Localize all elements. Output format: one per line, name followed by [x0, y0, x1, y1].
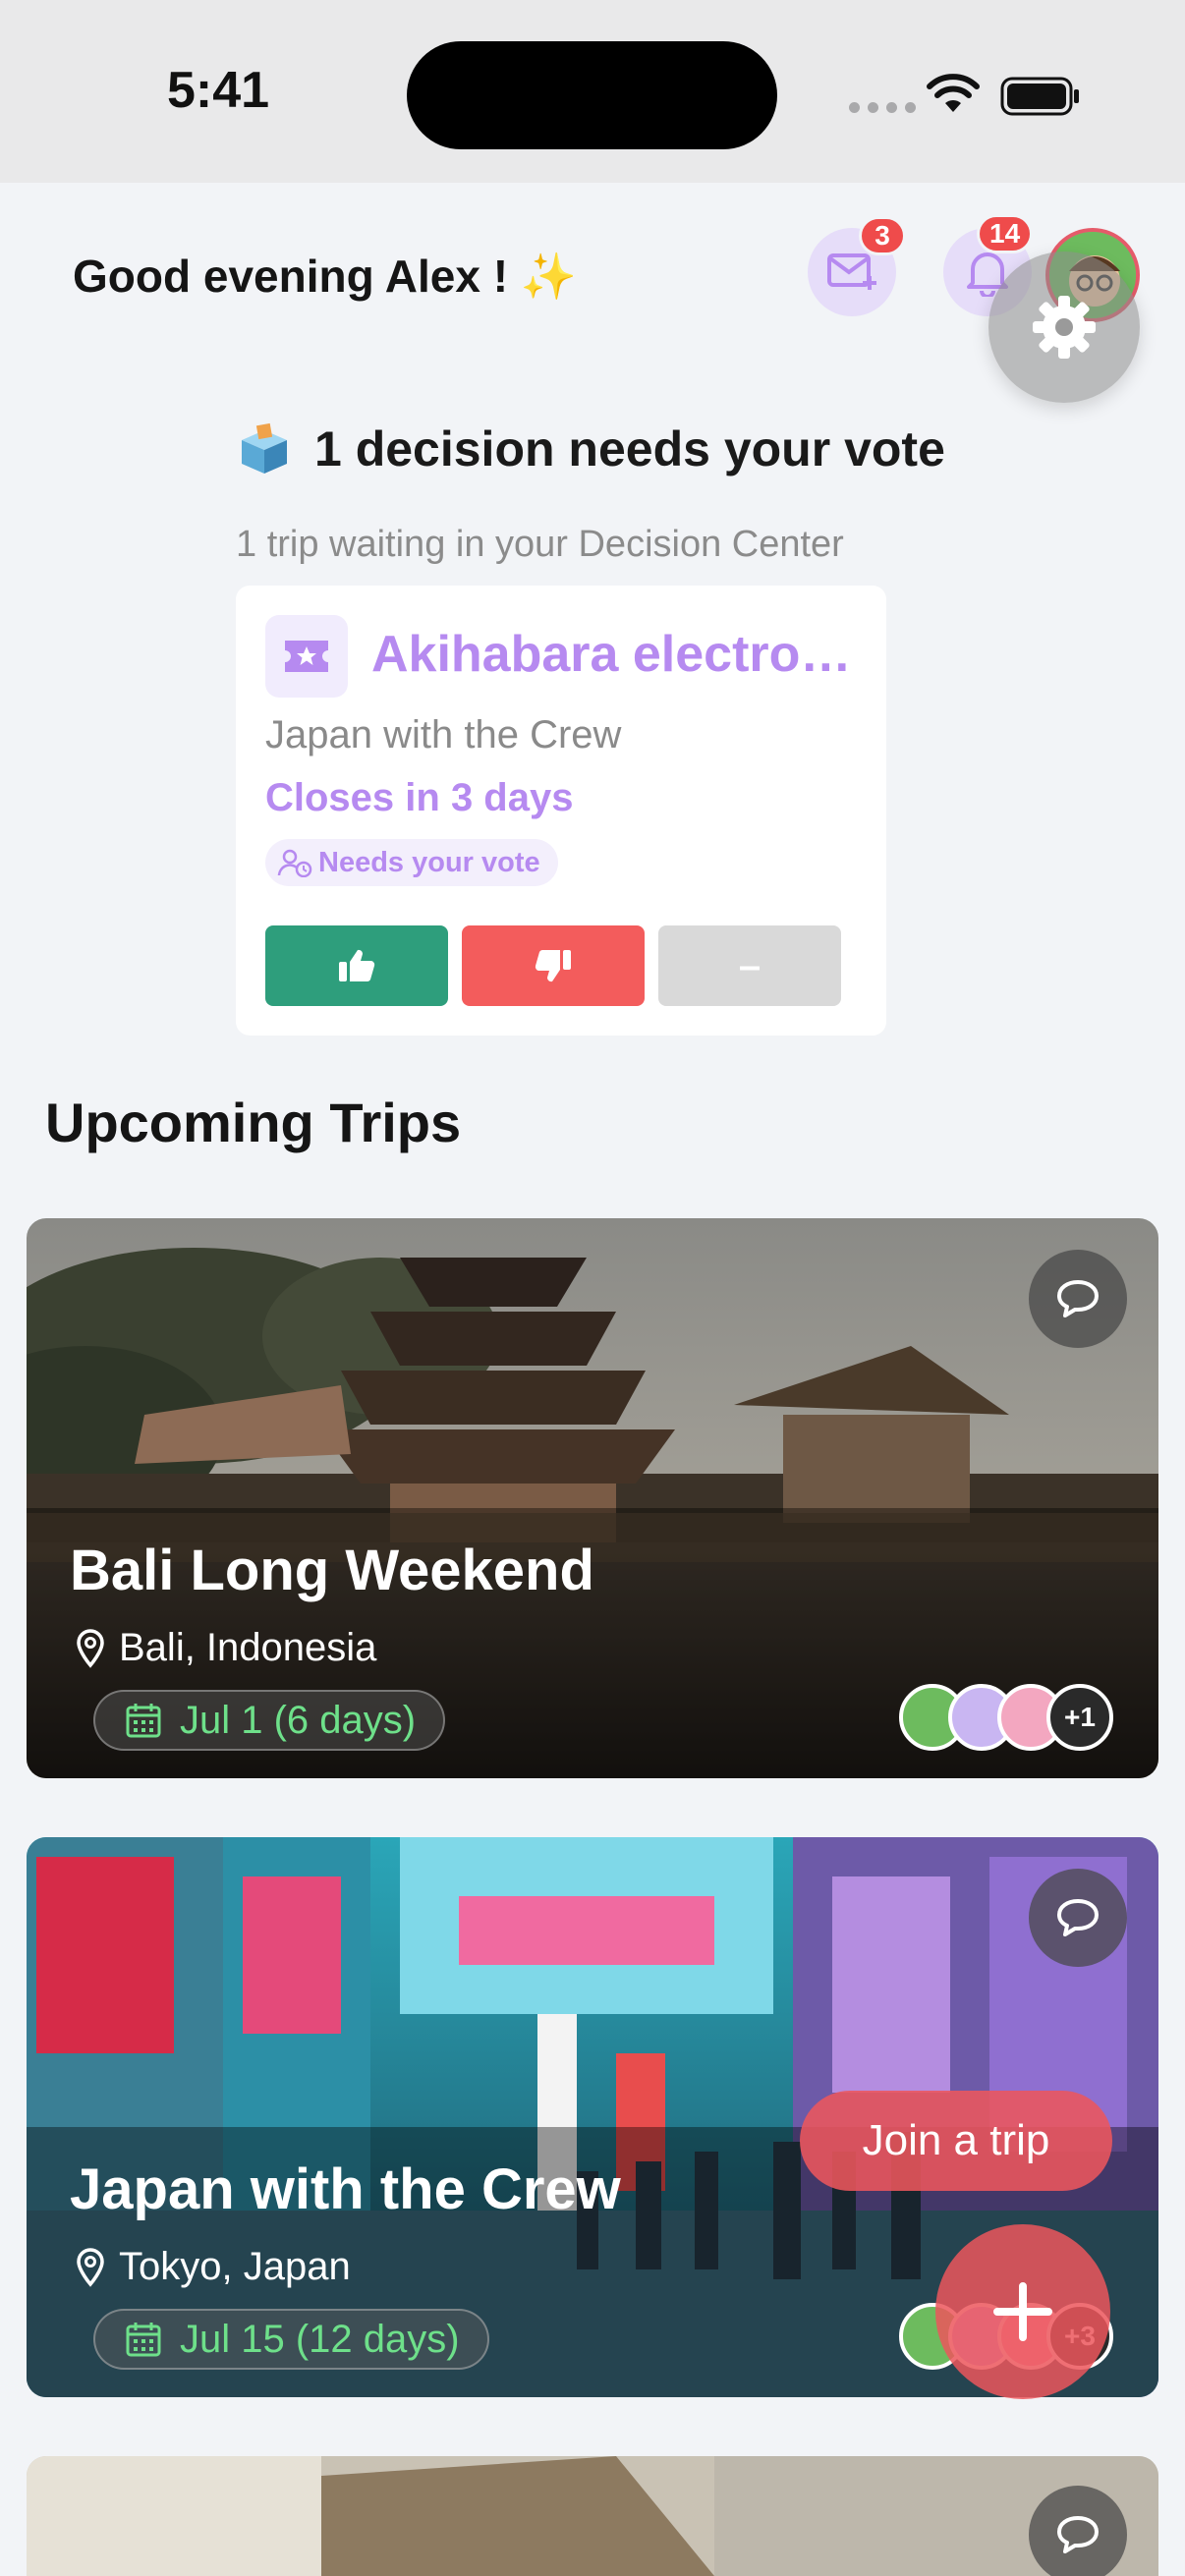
- trip-chat-button[interactable]: [1029, 1869, 1127, 1967]
- trip-card-bali[interactable]: Bali Long Weekend Bali, Indonesia Jul 1 …: [27, 1218, 1158, 1778]
- join-trip-button[interactable]: Join a trip: [800, 2091, 1112, 2191]
- wifi-icon: [927, 74, 980, 112]
- ticket-icon: [265, 615, 348, 698]
- upcoming-trips-title: Upcoming Trips: [45, 1092, 462, 1153]
- trip-location-label: Tokyo, Japan: [119, 2245, 351, 2288]
- create-trip-button[interactable]: [935, 2224, 1110, 2399]
- decision-trip-name: Japan with the Crew: [265, 713, 622, 756]
- trip-members[interactable]: +1: [899, 1684, 1113, 1751]
- ballot-box-icon: [242, 422, 287, 474]
- battery-icon: [1000, 77, 1079, 116]
- location-pin-icon: [77, 2247, 104, 2287]
- gear-icon: [1033, 296, 1096, 359]
- calendar-icon: [126, 1704, 161, 1738]
- decision-item-title: Akihabara electronics: [371, 626, 863, 683]
- location-pin-icon: [77, 1628, 104, 1668]
- extra-members-count: +1: [1046, 1684, 1113, 1751]
- trip-card-partial[interactable]: [27, 2456, 1158, 2576]
- trip-date-label: Jul 15 (12 days): [180, 2317, 460, 2361]
- trip-location: Tokyo, Japan: [76, 2245, 351, 2289]
- needs-vote-pill: Needs your vote: [265, 839, 558, 886]
- dynamic-island: [407, 41, 777, 149]
- thumbs-down-icon: [535, 949, 571, 982]
- trip-date-label: Jul 1 (6 days): [180, 1698, 417, 1742]
- decision-deadline: Closes in 3 days: [265, 776, 574, 819]
- plus-icon: [993, 2282, 1052, 2341]
- thumbs-up-icon: [339, 949, 375, 982]
- invites-button[interactable]: 3: [808, 216, 906, 316]
- chat-bubble-icon: [1057, 2516, 1099, 2553]
- greeting-label: Good evening Alex !: [73, 251, 509, 302]
- needs-vote-label: Needs your vote: [318, 846, 540, 878]
- trip-location-label: Bali, Indonesia: [119, 1626, 377, 1669]
- trip-date-pill: Jul 15 (12 days): [93, 2309, 489, 2370]
- status-time: 5:41: [167, 62, 270, 119]
- vote-down-button[interactable]: [462, 925, 645, 1006]
- decision-subtitle: 1 trip waiting in your Decision Center: [236, 524, 844, 565]
- status-bar: 5:41: [0, 0, 1185, 183]
- trip-date-pill: Jul 1 (6 days): [93, 1690, 446, 1751]
- decision-card[interactable]: Akihabara electronics Japan with the Cre…: [236, 586, 886, 1036]
- trip-name: Japan with the Crew: [70, 2157, 621, 2221]
- vote-neutral-button[interactable]: –: [658, 925, 841, 1006]
- trip-chat-button[interactable]: [1029, 1250, 1127, 1348]
- sparkles-icon: ✨: [520, 251, 578, 302]
- chat-bubble-icon: [1057, 1280, 1099, 1317]
- mail-plus-icon: [827, 253, 876, 290]
- trip-photo-partial: [27, 2456, 1158, 2576]
- invites-badge: 3: [859, 216, 906, 255]
- trip-chat-button[interactable]: [1029, 2486, 1127, 2576]
- vote-up-button[interactable]: [265, 925, 448, 1006]
- notifications-badge: 14: [977, 214, 1034, 253]
- user-clock-icon: [277, 849, 312, 877]
- calendar-icon: [126, 2323, 161, 2357]
- greeting-text: Good evening Alex ! ✨: [73, 250, 577, 304]
- chat-bubble-icon: [1057, 1899, 1099, 1936]
- trip-name: Bali Long Weekend: [70, 1539, 594, 1602]
- cellular-signal-icon: [849, 102, 916, 113]
- settings-button[interactable]: [988, 252, 1140, 403]
- decision-heading: 1 decision needs your vote: [236, 420, 945, 477]
- trip-location: Bali, Indonesia: [76, 1626, 376, 1670]
- decision-title: 1 decision needs your vote: [314, 421, 945, 476]
